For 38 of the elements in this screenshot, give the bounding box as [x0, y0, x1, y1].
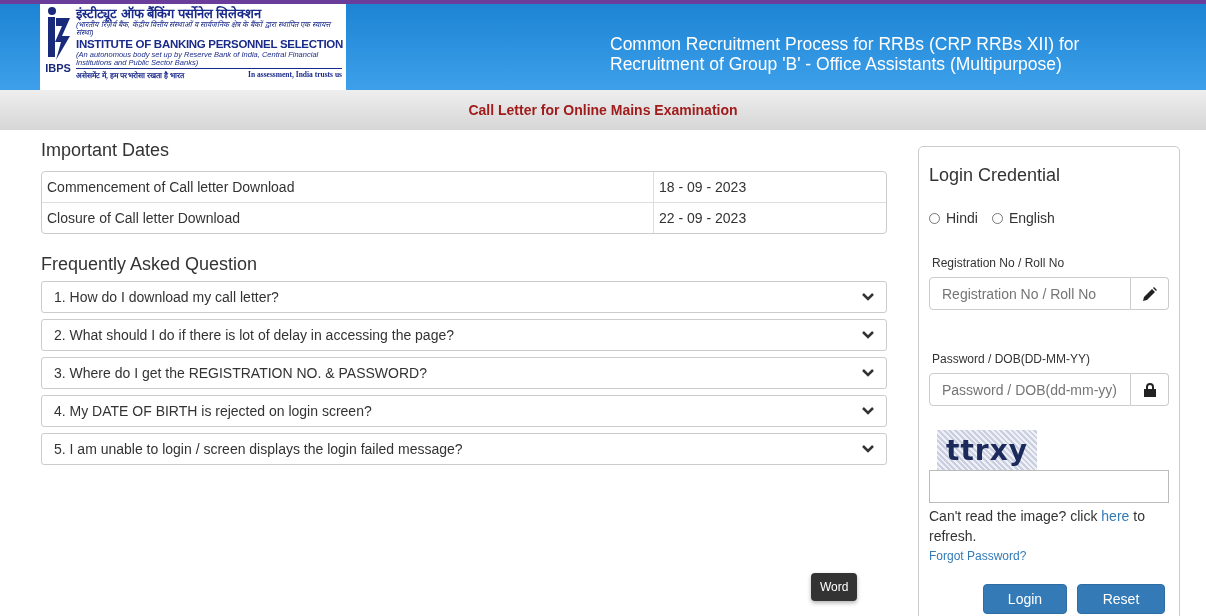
field-label: Password / DOB(DD-MM-YY)	[932, 352, 1091, 366]
table-cell: 18 - 09 - 2023	[653, 172, 886, 202]
refresh-hint: Can't read the image? click here to refresh.	[929, 507, 1146, 546]
table-cell: 22 - 09 - 2023	[653, 202, 886, 233]
captcha-image: ttrxy	[937, 430, 1037, 470]
faq-item[interactable]: 4. My DATE OF BIRTH is rejected on login screen?	[41, 395, 887, 427]
pencil-icon	[1142, 286, 1157, 301]
chevron-icon	[862, 368, 874, 378]
chevron-icon	[862, 330, 874, 340]
reset-button[interactable]: Reset	[1077, 584, 1165, 614]
faq-item[interactable]: 1. How do I download my call letter?	[41, 281, 887, 313]
section-heading: Frequently Asked Question	[41, 254, 259, 275]
page-title: Common Recruitment Process for RRBs (CRP RRBs XII) for Recruitment of Group 'B' - Office Assistants (Multipurpose)	[610, 34, 1081, 76]
tooltip: Word	[811, 573, 858, 601]
faq-item[interactable]: 2. What should I do if there is lot of delay in accessing the page?	[41, 319, 887, 351]
radio-label: Hindi	[946, 210, 978, 226]
input-field[interactable]: Registration No / Roll No	[929, 277, 1131, 310]
panel-heading: Login Credential	[929, 165, 1062, 186]
input-field[interactable]: Password / DOB(dd-mm-yy)	[929, 373, 1131, 406]
table-cell-text: Commencement of Call letter Download	[46, 178, 296, 197]
chevron-icon	[862, 444, 874, 454]
chevron-icon	[862, 292, 874, 302]
subheader-title: Call Letter for Online Mains Examination	[468, 102, 738, 118]
captcha-input[interactable]	[929, 470, 1169, 503]
faq-item[interactable]: 3. Where do I get the REGISTRATION NO. & PASSWORD?	[41, 357, 887, 389]
logo-abbreviation: IBPS	[45, 62, 71, 74]
chevron-icon	[862, 406, 874, 416]
logo-english-name: INSTITUTE OF BANKING PERSONNEL SELECTION	[76, 37, 342, 51]
table-cell: Closure of Call letter Download	[42, 202, 653, 233]
refresh-link[interactable]: here	[1101, 508, 1130, 524]
faq-item[interactable]: 5. I am unable to login / screen displays the login failed message?	[41, 433, 887, 465]
login-button[interactable]: Login	[983, 584, 1067, 614]
field-label: Registration No / Roll No	[932, 256, 1066, 270]
lock-icon	[1143, 382, 1156, 397]
radio-label: English	[1008, 210, 1055, 226]
forgot-password-link[interactable]: Forgot Password?	[929, 549, 1027, 563]
logo-hindi-name: इंस्टीट्यूट ऑफ बैंकिंग पर्सोनेल सिलेक्शन	[76, 6, 262, 21]
section-heading: Important Dates	[41, 140, 171, 161]
